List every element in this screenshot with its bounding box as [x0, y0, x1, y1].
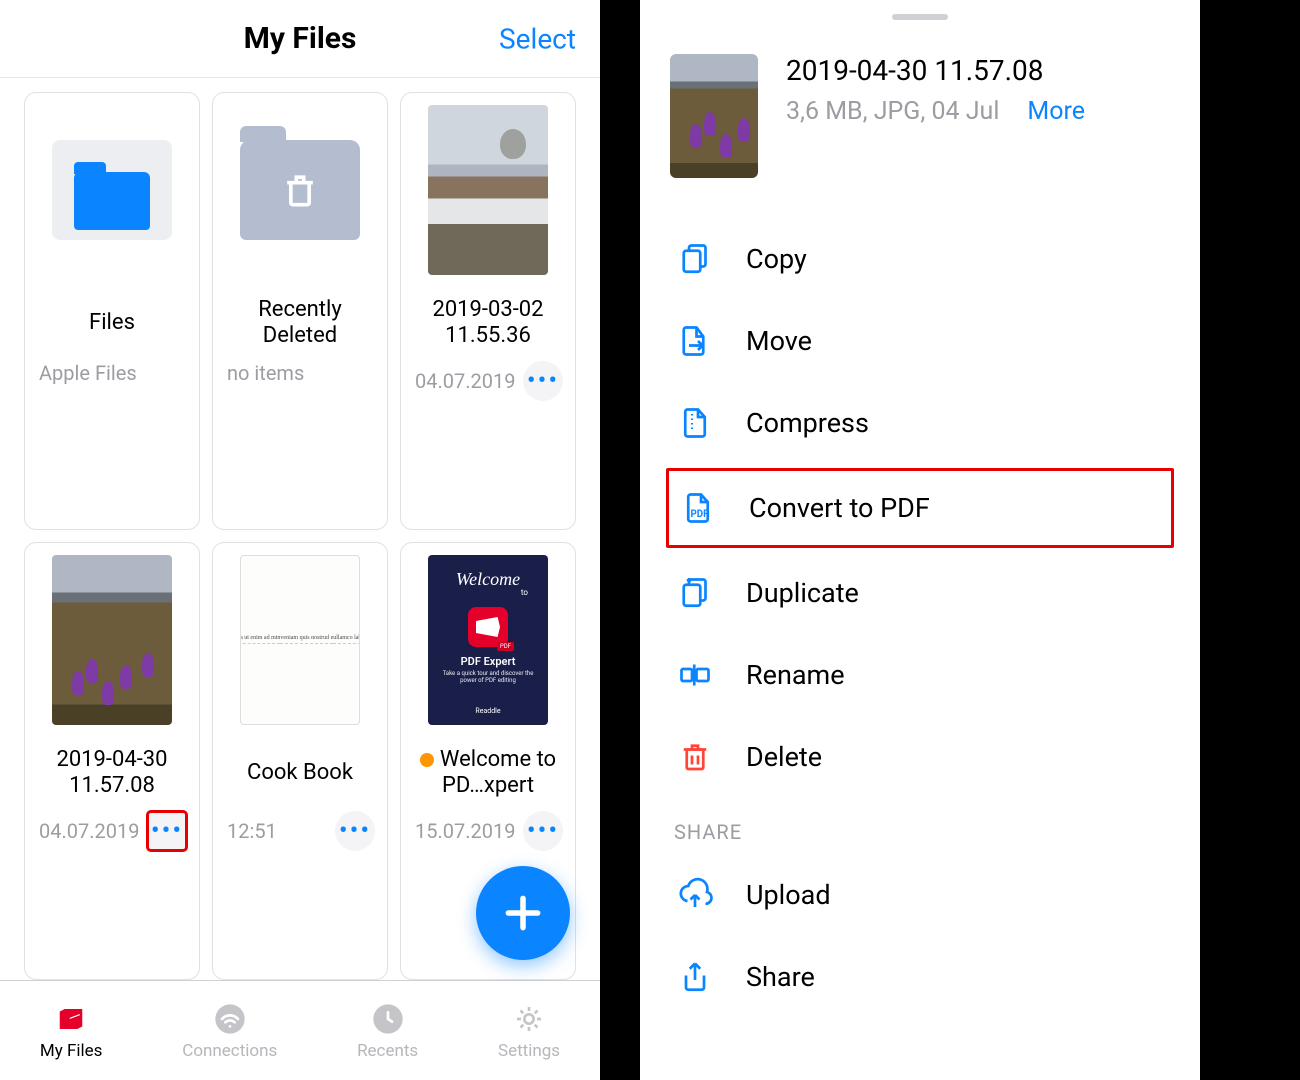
action-copy[interactable]: Copy — [640, 218, 1200, 300]
file-cook-book[interactable]: Lorem ipsum dolor sitamet consectetur ad… — [212, 542, 388, 980]
rename-icon — [674, 654, 716, 696]
my-files-icon — [53, 1001, 89, 1037]
image-thumb — [52, 555, 172, 725]
action-label: Delete — [746, 741, 1166, 773]
pdf-icon: PDF — [677, 487, 719, 529]
card-title: Recently Deleted — [213, 295, 387, 351]
file-title: 2019-04-30 11.57.08 — [786, 54, 1170, 87]
folder-files[interactable]: Files Apple Files — [24, 92, 200, 530]
card-title: Cook Book — [239, 745, 361, 801]
page-title: My Files — [244, 21, 357, 56]
action-list: Copy Move Compress PDF Convert to PDF Du… — [640, 208, 1200, 1028]
card-meta: 15.07.2019 — [415, 819, 515, 843]
upload-icon — [674, 874, 716, 916]
file-grid: Files Apple Files Recently Deleted no it… — [0, 78, 600, 980]
my-files-screen: My Files Select Files Apple Files — [0, 0, 600, 1080]
tab-connections[interactable]: Connections — [182, 1001, 277, 1061]
more-actions-button[interactable]: ••• — [523, 811, 563, 851]
card-title: Files — [81, 295, 143, 351]
tab-label: My Files — [40, 1041, 103, 1061]
copy-icon — [674, 238, 716, 280]
file-actions-sheet: 2019-04-30 11.57.08 3,6 MB, JPG, 04 Jul … — [640, 0, 1200, 1080]
image-thumb — [428, 105, 548, 275]
action-compress[interactable]: Compress — [640, 382, 1200, 464]
unread-dot-icon — [420, 753, 434, 767]
tab-label: Recents — [357, 1041, 418, 1061]
folder-icon — [52, 105, 172, 275]
sheet-grabber[interactable] — [892, 14, 948, 20]
gear-icon — [511, 1001, 547, 1037]
tab-settings[interactable]: Settings — [498, 1001, 560, 1061]
action-label: Move — [746, 325, 1166, 357]
trash-folder-icon — [240, 105, 360, 275]
file-balloon-image[interactable]: 2019-03-02 11.55.36 04.07.2019 ••• — [400, 92, 576, 530]
action-label: Compress — [746, 407, 1166, 439]
card-meta: 12:51 — [227, 819, 277, 843]
more-actions-button[interactable]: ••• — [147, 811, 187, 851]
svg-text:PDF: PDF — [691, 509, 710, 520]
tab-recents[interactable]: Recents — [357, 1001, 418, 1061]
tab-label: Connections — [182, 1041, 277, 1061]
folder-recently-deleted[interactable]: Recently Deleted no items — [212, 92, 388, 530]
card-meta: 04.07.2019 — [415, 369, 515, 393]
pdf-thumb-brand: Readdle — [475, 707, 500, 715]
file-crocus-image[interactable]: 2019-04-30 11.57.08 04.07.2019 ••• — [24, 542, 200, 980]
tab-bar: My Files Connections Recents Settings — [0, 980, 600, 1080]
tab-label: Settings — [498, 1041, 560, 1061]
file-detail-header: 2019-04-30 11.57.08 3,6 MB, JPG, 04 Jul … — [640, 38, 1200, 208]
card-meta: no items — [227, 361, 304, 385]
file-subtitle: 3,6 MB, JPG, 04 Jul — [786, 97, 999, 126]
action-delete[interactable]: Delete — [640, 716, 1200, 798]
more-info-button[interactable]: More — [1027, 97, 1085, 126]
card-title: 2019-04-30 11.57.08 — [25, 745, 199, 801]
action-label: Duplicate — [746, 577, 1166, 609]
share-section-label: SHARE — [640, 798, 1200, 854]
action-duplicate[interactable]: Duplicate — [640, 552, 1200, 634]
tab-my-files[interactable]: My Files — [40, 1001, 103, 1061]
clock-icon — [370, 1001, 406, 1037]
pdf-thumb-title: PDF Expert — [461, 655, 516, 668]
card-title: Welcome to PD…xpert — [401, 745, 575, 801]
file-thumbnail — [670, 54, 758, 178]
share-icon — [674, 956, 716, 998]
pdf-thumb-welcome: Welcome — [456, 569, 520, 590]
header: My Files Select — [0, 0, 600, 78]
pdf-thumb: Welcome to PDF PDF Expert Take a quick t… — [428, 555, 548, 725]
action-label: Copy — [746, 243, 1166, 275]
action-move[interactable]: Move — [640, 300, 1200, 382]
card-meta: Apple Files — [39, 361, 137, 385]
move-icon — [674, 320, 716, 362]
action-share[interactable]: Share — [640, 936, 1200, 1018]
action-label: Upload — [746, 879, 1166, 911]
pdf-thumb-to: to — [521, 588, 528, 597]
more-actions-button[interactable]: ••• — [523, 361, 563, 401]
compress-icon — [674, 402, 716, 444]
notes-thumb: Lorem ipsum dolor sitamet consectetur ad… — [240, 555, 360, 725]
action-label: Rename — [746, 659, 1166, 691]
duplicate-icon — [674, 572, 716, 614]
action-rename[interactable]: Rename — [640, 634, 1200, 716]
action-label: Share — [746, 961, 1166, 993]
plus-icon — [501, 891, 545, 935]
card-meta: 04.07.2019 — [39, 819, 139, 843]
trash-icon — [674, 736, 716, 778]
pdf-expert-icon: PDF — [468, 607, 508, 647]
action-label: Convert to PDF — [749, 492, 1163, 524]
more-actions-button[interactable]: ••• — [335, 811, 375, 851]
select-button[interactable]: Select — [499, 22, 576, 55]
add-button[interactable] — [476, 866, 570, 960]
action-convert-to-pdf[interactable]: PDF Convert to PDF — [666, 468, 1174, 548]
wifi-icon — [212, 1001, 248, 1037]
pdf-thumb-sub: Take a quick tour and discover the power… — [434, 670, 542, 684]
action-upload[interactable]: Upload — [640, 854, 1200, 936]
card-title: 2019-03-02 11.55.36 — [401, 295, 575, 351]
